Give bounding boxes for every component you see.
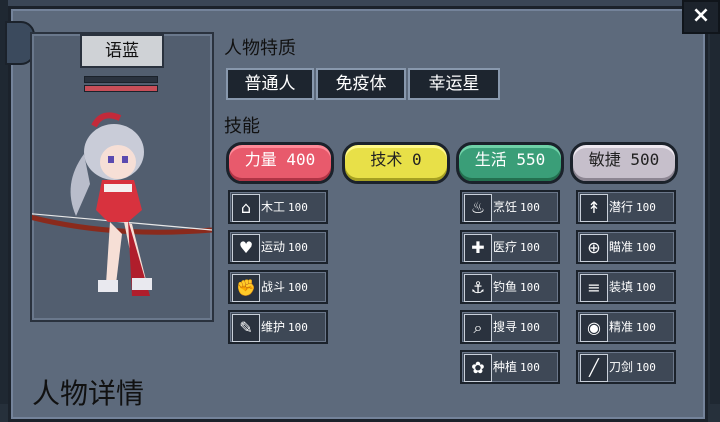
skill-level: 100 [520,321,540,334]
skill-name: 精准 [609,320,634,334]
skill-level: 100 [288,281,308,294]
attribute-tech[interactable]: 技术 0 [342,142,450,184]
skill-item-col1-3[interactable]: ✎ 维护 100 [228,310,328,344]
skill-label: 潜行 100 [609,192,656,222]
status-bar-top [84,76,158,83]
skill-item-col3-1[interactable]: ✚ 医疗 100 [460,230,560,264]
skill-item-col3-0[interactable]: ♨ 烹饪 100 [460,190,560,224]
blade-icon: ╱ [580,354,608,382]
skill-item-col4-2[interactable]: ≡ 装填 100 [576,270,676,304]
traits-title: 人物特质 [224,38,296,59]
skill-name: 搜寻 [493,320,518,334]
skill-item-col1-2[interactable]: ✊ 战斗 100 [228,270,328,304]
skill-label: 维护 100 [261,312,308,342]
eye-icon: ◉ [580,314,608,342]
detail-title: 人物详情 [32,377,145,410]
skill-label: 木工 100 [261,192,308,222]
skill-label: 运动 100 [261,232,308,262]
skill-item-col4-0[interactable]: ↟ 潜行 100 [576,190,676,224]
skill-name: 运动 [261,240,286,254]
close-button[interactable]: × [682,0,720,34]
plant-icon: ✿ [464,354,492,382]
crosshair-icon: ⊕ [580,234,608,262]
skill-name: 战斗 [261,280,286,294]
skill-item-col4-1[interactable]: ⊕ 瞄准 100 [576,230,676,264]
skill-item-col3-3[interactable]: ⌕ 搜寻 100 [460,310,560,344]
fish-hook-icon: ⚓ [464,274,492,302]
skill-name: 医疗 [493,240,518,254]
status-bar-health [84,85,158,92]
skill-label: 精准 100 [609,312,656,342]
skill-name: 钓鱼 [493,280,518,294]
skill-name: 维护 [261,320,286,334]
skill-level: 100 [288,321,308,334]
skill-level: 100 [636,321,656,334]
skill-level: 100 [636,201,656,214]
trait-badge[interactable]: 幸运星 [408,68,500,100]
skill-name: 刀剑 [609,360,634,374]
attribute-strength[interactable]: 力量 400 [226,142,334,184]
skill-level: 100 [520,241,540,254]
skill-level: 100 [636,281,656,294]
skills-title: 技能 [224,116,260,137]
skill-label: 装填 100 [609,272,656,302]
skill-item-col1-1[interactable]: ♥ 运动 100 [228,230,328,264]
skill-item-col4-4[interactable]: ╱ 刀剑 100 [576,350,676,384]
background-right [710,0,720,404]
skill-label: 烹饪 100 [493,192,540,222]
skill-item-col4-3[interactable]: ◉ 精准 100 [576,310,676,344]
sneak-icon: ↟ [580,194,608,222]
skill-name: 种植 [493,360,518,374]
skill-item-col3-2[interactable]: ⚓ 钓鱼 100 [460,270,560,304]
skill-level: 100 [288,201,308,214]
attribute-agility[interactable]: 敏捷 500 [570,142,678,184]
skill-label: 医疗 100 [493,232,540,262]
skill-level: 100 [636,241,656,254]
ammo-icon: ≡ [580,274,608,302]
medical-kit-icon: ✚ [464,234,492,262]
house-icon: ⌂ [232,194,260,222]
skill-level: 100 [520,281,540,294]
skill-name: 烹饪 [493,200,518,214]
skill-level: 100 [636,361,656,374]
skill-name: 潜行 [609,200,634,214]
skill-name: 木工 [261,200,286,214]
skill-level: 100 [520,201,540,214]
skill-label: 战斗 100 [261,272,308,302]
skill-item-col1-0[interactable]: ⌂ 木工 100 [228,190,328,224]
skill-label: 瞄准 100 [609,232,656,262]
skill-level: 100 [520,361,540,374]
skill-level: 100 [288,241,308,254]
character-name: 语蓝 [80,34,164,68]
trait-badge[interactable]: 免疫体 [316,68,406,100]
heart-icon: ♥ [232,234,260,262]
skill-label: 种植 100 [493,352,540,382]
attribute-life[interactable]: 生活 550 [456,142,564,184]
skill-name: 瞄准 [609,240,634,254]
skill-label: 刀剑 100 [609,352,656,382]
wrench-icon: ✎ [232,314,260,342]
skill-label: 搜寻 100 [493,312,540,342]
skill-name: 装填 [609,280,634,294]
trait-badge[interactable]: 普通人 [226,68,314,100]
skill-label: 钓鱼 100 [493,272,540,302]
fist-icon: ✊ [232,274,260,302]
cooking-pot-icon: ♨ [464,194,492,222]
magnifier-icon: ⌕ [464,314,492,342]
skill-item-col3-4[interactable]: ✿ 种植 100 [460,350,560,384]
